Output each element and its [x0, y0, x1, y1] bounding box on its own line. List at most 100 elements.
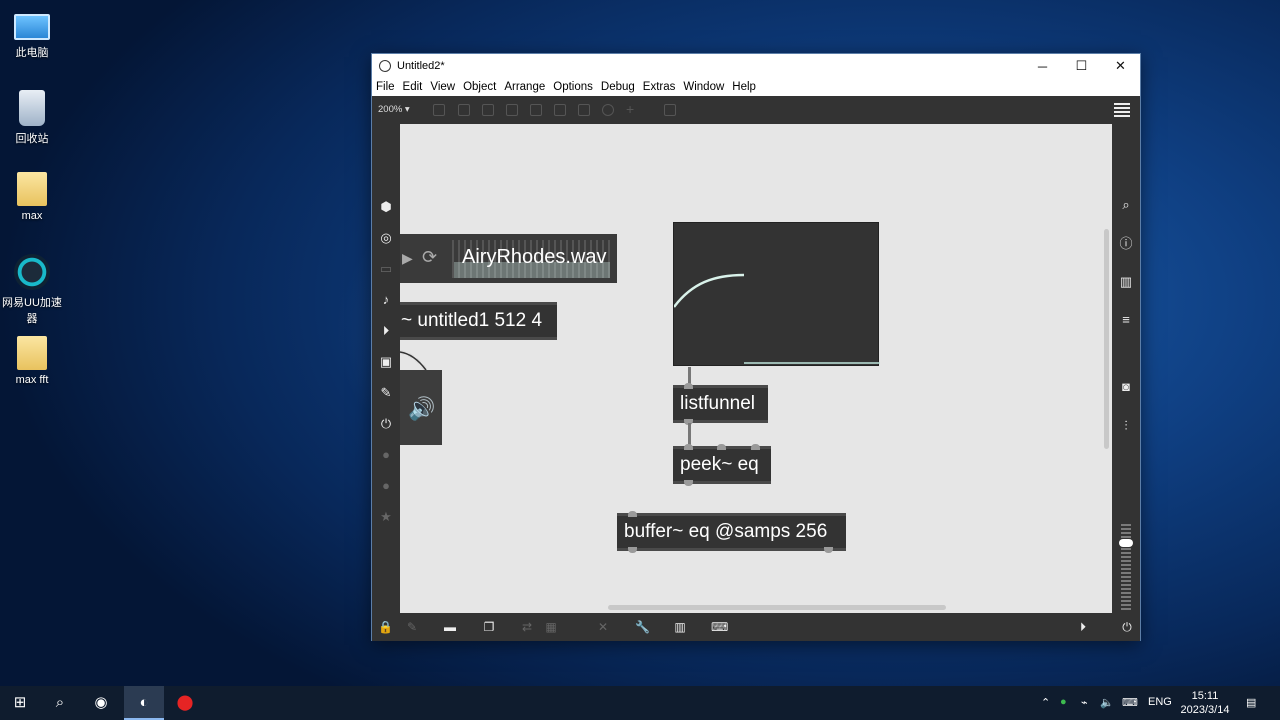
search-icon[interactable]: ⌕ [1119, 198, 1133, 212]
max-app-icon [379, 60, 391, 72]
menu-extras[interactable]: Extras [643, 81, 676, 93]
menu-help[interactable]: Help [732, 81, 756, 93]
desktop-icon-uu-accelerator[interactable]: 网易UU加速器 [0, 254, 64, 326]
edit-mode-icon[interactable]: ✎ [405, 620, 419, 634]
network-icon[interactable]: ⌁ [1081, 696, 1088, 709]
inlet-icon[interactable] [554, 104, 566, 116]
target-icon[interactable]: ◎ [379, 231, 393, 245]
paperclip-icon[interactable]: ✎ [379, 386, 393, 400]
record-icon[interactable]: ⬤ [176, 694, 194, 712]
audio-power-icon[interactable]: ⏻ [1120, 620, 1134, 634]
transport-icon[interactable]: ⏵ [1076, 620, 1090, 634]
presentation-icon[interactable] [433, 104, 445, 116]
comment-icon[interactable] [482, 104, 494, 116]
inlet[interactable] [751, 444, 760, 450]
patch-cord-icon[interactable]: ⇄ [520, 620, 534, 634]
star-icon[interactable]: ★ [379, 510, 393, 524]
volume-knob[interactable] [1119, 539, 1133, 547]
info-icon[interactable]: ⓘ [1119, 237, 1133, 251]
notification-icon[interactable]: ▤ [1246, 696, 1256, 709]
inlet[interactable] [684, 383, 693, 389]
listfunnel-object[interactable]: listfunnel [673, 383, 768, 425]
toggle-icon[interactable] [506, 104, 518, 116]
desktop-icon-recycle-bin[interactable]: 回收站 [0, 90, 64, 146]
desktop-icon-this-pc[interactable]: 此电脑 [0, 8, 64, 60]
patcher-canvas[interactable]: ▶ ⟳ AiryRhodes.wav ~ untitled1 512 4 🔊 l… [400, 124, 1112, 613]
minimize-button[interactable]: ─ [1023, 54, 1062, 78]
steam-icon[interactable]: ◉ [92, 694, 110, 712]
music-note-icon[interactable]: ♪ [379, 293, 393, 307]
tray-chevron-icon[interactable]: ⌃ [1041, 696, 1050, 709]
outlet[interactable] [824, 547, 833, 553]
start-windows-icon[interactable]: ⊞ [11, 694, 29, 712]
menu-edit[interactable]: Edit [403, 81, 423, 93]
windows-icon[interactable]: ❐ [482, 620, 496, 634]
debug-icon[interactable]: ✕ [596, 620, 610, 634]
search-icon[interactable]: ⌕ [51, 694, 69, 712]
audio-level-meter [1121, 524, 1131, 610]
inlet[interactable] [717, 444, 726, 450]
clock[interactable]: 15:11 2023/3/14 [1176, 689, 1234, 717]
function-graph-display[interactable] [673, 222, 880, 366]
close-button[interactable]: ✕ [1101, 54, 1140, 78]
language-indicator[interactable]: ENG [1148, 696, 1172, 708]
menu-debug[interactable]: Debug [601, 81, 635, 93]
reference-book-icon[interactable]: ▥ [1119, 275, 1133, 289]
volume-icon[interactable]: 🔈 [1100, 696, 1114, 709]
cube-icon[interactable]: ⬢ [379, 200, 393, 214]
outlet-icon[interactable] [578, 104, 590, 116]
playlist-object[interactable]: ▶ ⟳ AiryRhodes.wav [400, 234, 617, 283]
speaker-icon: 🔊 [408, 396, 436, 421]
max-patcher-window: Untitled2* ─ ☐ ✕ File Edit View Object A… [371, 53, 1141, 641]
horizontal-scrollbar[interactable] [608, 605, 946, 610]
add-icon[interactable]: + [626, 102, 638, 116]
ezdac-object[interactable]: 🔊 [400, 370, 442, 445]
title-bar[interactable]: Untitled2* ─ ☐ ✕ [372, 54, 1140, 78]
loop-icon[interactable]: ⟳ [422, 247, 437, 268]
bpatcher-icon[interactable]: ● [379, 479, 393, 493]
menu-window[interactable]: Window [683, 81, 724, 93]
patch-cord[interactable] [688, 423, 691, 446]
mixer-icon[interactable]: ⫶ [1119, 419, 1133, 433]
right-sidebar: ⌕ ⓘ ▥ ≡ ◙ ⫶ [1112, 124, 1140, 613]
plug-icon[interactable]: ⏻ [379, 417, 393, 431]
zoom-select[interactable]: 200% ▾ [378, 104, 410, 115]
maximize-button[interactable]: ☐ [1062, 54, 1101, 78]
play-step-icon[interactable]: ⏵ [379, 324, 393, 338]
wrench-icon[interactable]: 🔧 [635, 620, 650, 634]
grid-icon[interactable]: ▦ [544, 620, 558, 634]
inlet[interactable] [684, 444, 693, 450]
bottom-toolbar: 🔒 ✎ ▬ ❐ ⇄ ▦ ✕ 🔧 ▥ ⌨ ⏵ ⏻ [372, 613, 1140, 641]
menu-arrange[interactable]: Arrange [504, 81, 545, 93]
menu-object[interactable]: Object [463, 81, 496, 93]
dial-icon[interactable] [602, 104, 614, 116]
camera-icon[interactable]: ◙ [1119, 380, 1133, 394]
tray-uu-icon[interactable]: ● [1060, 696, 1067, 708]
presentation-mode-icon[interactable]: ▬ [443, 620, 457, 634]
peek-object[interactable]: peek~ eq [673, 444, 771, 486]
outlet[interactable] [628, 547, 637, 553]
desktop-icon-max-fft-folder[interactable]: max fft [0, 336, 64, 386]
button-icon[interactable] [530, 104, 542, 116]
console-list-icon[interactable]: ≡ [1119, 313, 1133, 327]
vst-icon[interactable]: ● [379, 448, 393, 462]
image-icon[interactable]: ▣ [379, 355, 393, 369]
slider-icon[interactable]: ▭ [379, 262, 393, 276]
outlet[interactable] [684, 480, 693, 486]
print-icon[interactable] [664, 104, 676, 116]
menu-options[interactable]: Options [553, 81, 593, 93]
menu-view[interactable]: View [430, 81, 455, 93]
ime-keyboard-icon[interactable]: ⌨ [1122, 696, 1138, 709]
mixer-grid-icon[interactable]: ⌨ [711, 620, 728, 634]
inlet[interactable] [628, 511, 637, 517]
desktop-icon-max-folder[interactable]: max [0, 172, 64, 222]
vertical-scrollbar[interactable] [1104, 229, 1109, 449]
grid-view-icon[interactable] [1114, 103, 1130, 117]
lock-icon[interactable]: 🔒 [378, 620, 393, 634]
play-icon[interactable]: ▶ [402, 250, 413, 267]
buffer-object[interactable]: buffer~ eq @samps 256 [617, 511, 846, 553]
menu-file[interactable]: File [376, 81, 395, 93]
new-object-icon[interactable] [458, 104, 470, 116]
sfplay-object[interactable]: ~ untitled1 512 4 [400, 302, 557, 340]
keyboard-icon[interactable]: ▥ [673, 620, 687, 634]
